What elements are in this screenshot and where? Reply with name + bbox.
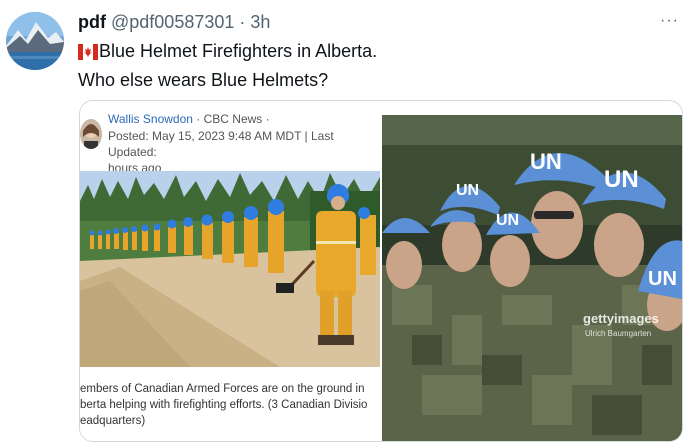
separator: · (239, 12, 246, 32)
display-name[interactable]: pdf (78, 12, 106, 32)
user-handle[interactable]: @pdf00587301 (111, 12, 234, 32)
svg-text:UN: UN (530, 149, 562, 174)
article-author[interactable]: Wallis Snowdon (108, 112, 193, 126)
photographer-credit: Ulrich Baumgarten (585, 329, 652, 338)
caption-line-3: eadquarters) (80, 415, 146, 427)
firefighters-photo (80, 171, 380, 367)
article-caption: embers of Canadian Armed Forces are on t… (80, 381, 380, 429)
article-source: · CBC News · (192, 112, 270, 126)
article-byline: Wallis Snowdon · CBC News · (108, 111, 270, 127)
svg-text:UN: UN (496, 212, 519, 229)
svg-text:UN: UN (648, 268, 677, 290)
tweet-line-1: Blue Helmet Firefighters in Alberta. (78, 38, 377, 67)
tweet-header: pdf @pdf00587301 · 3h (78, 12, 270, 33)
tweet-text: Blue Helmet Firefighters in Alberta. Who… (78, 38, 377, 93)
avatar[interactable] (6, 12, 64, 70)
timestamp[interactable]: 3h (250, 12, 270, 32)
tweet-line-1-text: Blue Helmet Firefighters in Alberta. (99, 41, 378, 61)
canada-flag-icon (78, 41, 98, 67)
article-posted: Posted: May 15, 2023 9:48 AM MDT | Last … (108, 129, 334, 159)
svg-text:UN: UN (604, 166, 639, 193)
author-photo (80, 119, 102, 149)
caption-line-2: berta helping with firefighting efforts.… (80, 399, 368, 411)
more-dots-icon[interactable]: ··· (660, 12, 679, 30)
caption-line-1: embers of Canadian Armed Forces are on t… (80, 383, 365, 395)
article-meta: Posted: May 15, 2023 9:48 AM MDT | Last … (108, 128, 380, 176)
un-soldiers-photo[interactable]: UN UN UN UN UN gettyimages Ulrich Baumga… (382, 115, 682, 441)
un-helmet-label-1: UN (456, 182, 479, 199)
tweet-line-2: Who else wears Blue Helmets? (78, 70, 329, 90)
media-card[interactable]: Wallis Snowdon · CBC News · Posted: May … (79, 100, 683, 442)
article-screenshot[interactable]: Wallis Snowdon · CBC News · Posted: May … (80, 101, 382, 441)
getty-watermark: gettyimages (583, 311, 659, 326)
